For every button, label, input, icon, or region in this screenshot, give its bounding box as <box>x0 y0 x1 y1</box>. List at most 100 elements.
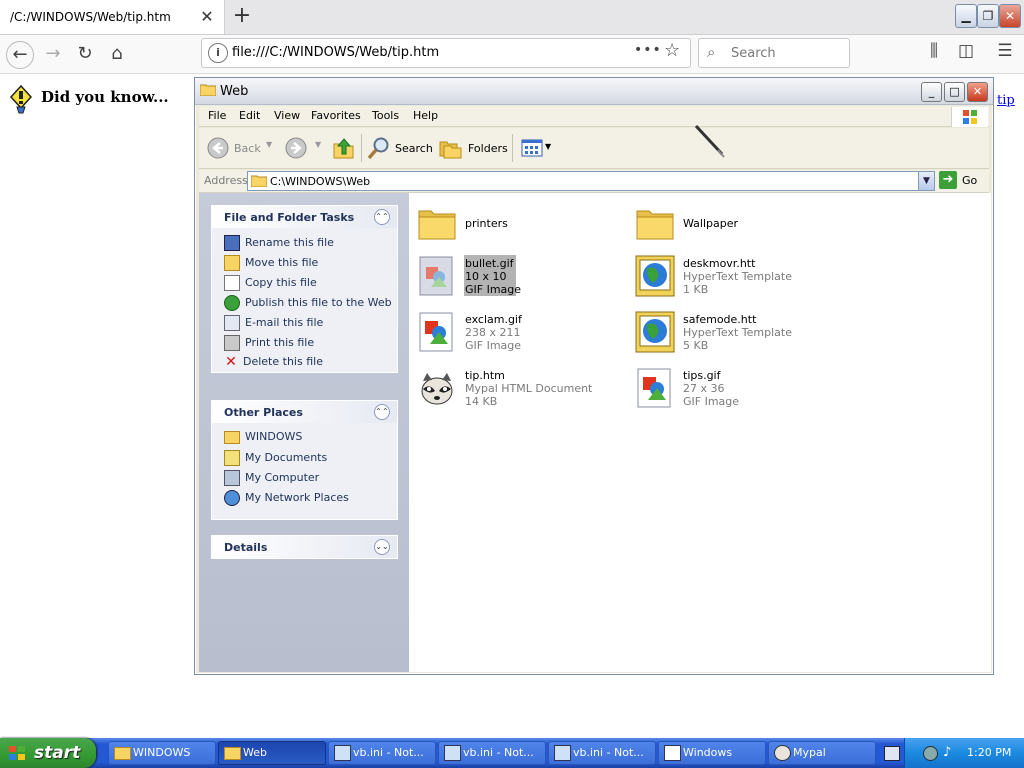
task-print[interactable]: Print this file <box>224 335 314 351</box>
tab-active[interactable]: /C:/WINDOWS/Web/tip.htm ✕ <box>0 0 225 34</box>
tip-link[interactable]: tip <box>997 93 1015 108</box>
home-icon[interactable]: ⌂ <box>104 41 130 67</box>
place-my-computer[interactable]: My Computer <box>224 470 319 486</box>
menu-icon[interactable]: ☰ <box>993 41 1017 61</box>
taskbar-item-windows[interactable]: Windows <box>658 741 766 765</box>
new-tab-icon[interactable]: + <box>230 4 254 28</box>
back-label[interactable]: Back <box>234 142 261 155</box>
tab-close-icon[interactable]: ✕ <box>198 8 216 26</box>
notepad-icon <box>334 745 351 761</box>
file-folder-tasks-panel: File and Folder Tasks ⌃⌃ Rename this fil… <box>211 205 398 373</box>
place-my-documents[interactable]: My Documents <box>224 450 327 466</box>
forward-dropdown-icon[interactable]: ▼ <box>315 140 321 149</box>
panel-title: Details <box>224 541 268 554</box>
file-item-deskmovr-htt[interactable]: deskmovr.htt HyperText Template 1 KB <box>635 255 845 307</box>
place-network[interactable]: My Network Places <box>224 490 349 506</box>
navigation-bar: ← → ↻ ⌂ i file:///C:/WINDOWS/Web/tip.htm… <box>0 35 1024 74</box>
explorer-maximize-button[interactable]: □ <box>944 82 965 102</box>
page-heading: Did you know... <box>41 88 169 106</box>
library-icon[interactable]: ⫼ <box>922 41 946 61</box>
folder-icon <box>224 747 241 760</box>
explorer-title-bar[interactable]: Web _ □ ✕ <box>195 78 993 105</box>
search-button-label[interactable]: Search <box>395 142 433 155</box>
file-item-safemode-htt[interactable]: safemode.htt HyperText Template 5 KB <box>635 311 845 363</box>
expand-icon[interactable]: ⌄⌄ <box>374 539 390 555</box>
restore-button[interactable]: ❐ <box>977 4 999 28</box>
search-icon[interactable] <box>367 136 391 160</box>
minimize-button[interactable]: ▁ <box>955 4 977 28</box>
bookmark-star-icon[interactable]: ☆ <box>664 40 680 61</box>
panel-header[interactable]: Details ⌄⌄ <box>212 536 397 558</box>
explorer-minimize-button[interactable]: _ <box>921 82 942 102</box>
panel-header[interactable]: File and Folder Tasks ⌃⌃ <box>212 206 397 228</box>
taskbar-item-mypal[interactable]: Mypal <box>768 741 876 765</box>
taskbar-item-notepad-2[interactable]: vb.ini - Not... <box>438 741 546 765</box>
file-item-printers[interactable]: printers <box>417 203 627 255</box>
go-arrow-icon[interactable]: ➜ <box>939 171 957 189</box>
back-arrow-icon[interactable]: ← <box>6 41 34 69</box>
menu-favorites[interactable]: Favorites <box>311 109 361 122</box>
address-input[interactable]: C:\WINDOWS\Web ▼ <box>247 171 935 191</box>
collapse-icon[interactable]: ⌃⌃ <box>374 404 390 420</box>
forward-icon[interactable] <box>285 137 307 159</box>
file-list: printers Wallpaper bullet.gif 10 x 10 GIF… <box>409 193 991 672</box>
taskbar-item-notepad-3[interactable]: vb.ini - Not... <box>548 741 656 765</box>
place-windows[interactable]: WINDOWS <box>224 430 302 444</box>
file-meta: HyperText Template 1 KB <box>683 270 792 296</box>
sidebar-icon[interactable]: ◫ <box>954 41 978 61</box>
file-item-exclam-gif[interactable]: exclam.gif 238 x 211 GIF Image <box>417 311 627 363</box>
notepad-icon <box>554 745 571 761</box>
close-button[interactable]: ✕ <box>999 4 1021 28</box>
start-button[interactable]: start <box>0 738 96 768</box>
file-item-wallpaper[interactable]: Wallpaper <box>635 203 845 255</box>
volume-icon[interactable]: ♪ <box>943 745 951 760</box>
explorer-close-button[interactable]: ✕ <box>967 82 988 102</box>
keyboard-icon[interactable] <box>884 746 900 761</box>
pencil-cursor-icon <box>694 124 725 158</box>
folder-icon <box>224 430 240 444</box>
reload-icon[interactable]: ↻ <box>72 41 98 67</box>
file-name: tips.gif <box>683 369 721 382</box>
up-folder-icon[interactable] <box>333 136 355 160</box>
url-bar[interactable]: i file:///C:/WINDOWS/Web/tip.htm ••• ☆ <box>201 38 691 68</box>
taskbar-item-web[interactable]: Web <box>218 741 326 765</box>
task-move[interactable]: Move this file <box>224 255 318 271</box>
address-label: Address <box>204 174 248 187</box>
views-dropdown-icon[interactable]: ▼ <box>545 142 551 151</box>
back-icon[interactable] <box>207 137 229 159</box>
panel-header[interactable]: Other Places ⌃⌃ <box>212 401 397 423</box>
search-input[interactable]: ⌕ Search <box>698 38 850 68</box>
go-button-label[interactable]: Go <box>962 174 977 187</box>
menu-view[interactable]: View <box>274 109 300 122</box>
file-item-bullet-gif[interactable]: bullet.gif 10 x 10 GIF Image <box>417 255 627 307</box>
task-publish[interactable]: Publish this file to the Web <box>224 295 392 311</box>
back-dropdown-icon[interactable]: ▼ <box>266 140 272 149</box>
file-name: Wallpaper <box>683 217 739 230</box>
folders-button-label[interactable]: Folders <box>468 142 508 155</box>
file-item-tip-htm[interactable]: tip.htm Mypal HTML Document 14 KB <box>417 367 627 419</box>
collapse-icon[interactable]: ⌃⌃ <box>374 209 390 225</box>
address-dropdown-icon[interactable]: ▼ <box>918 172 934 190</box>
info-icon[interactable]: i <box>208 43 228 63</box>
menu-file[interactable]: File <box>208 109 226 122</box>
taskbar-item-windows-folder[interactable]: WINDOWS <box>108 741 216 765</box>
address-bar: Address C:\WINDOWS\Web ▼ ➜ Go <box>199 170 989 193</box>
folders-icon[interactable] <box>439 137 463 159</box>
task-rename[interactable]: Rename this file <box>224 235 334 251</box>
page-actions-icon[interactable]: ••• <box>634 42 662 58</box>
taskbar-item-notepad-1[interactable]: vb.ini - Not... <box>328 741 436 765</box>
views-icon[interactable] <box>521 139 543 157</box>
task-delete[interactable]: ✕ Delete this file <box>224 355 323 369</box>
taskbar: start WINDOWS Web vb.ini - Not... vb.ini… <box>0 738 1024 768</box>
task-copy[interactable]: Copy this file <box>224 275 317 291</box>
clock[interactable]: 1:20 PM <box>967 746 1011 759</box>
network-tray-icon[interactable] <box>923 746 938 761</box>
task-email[interactable]: E-mail this file <box>224 315 323 331</box>
menu-help[interactable]: Help <box>413 109 438 122</box>
menu-tools[interactable]: Tools <box>372 109 399 122</box>
file-item-tips-gif[interactable]: tips.gif 27 x 36 GIF Image <box>635 367 845 419</box>
menu-edit[interactable]: Edit <box>239 109 260 122</box>
forward-arrow-icon[interactable]: → <box>40 41 66 67</box>
file-meta: Mypal HTML Document 14 KB <box>465 382 593 408</box>
panel-title: File and Folder Tasks <box>224 211 355 224</box>
